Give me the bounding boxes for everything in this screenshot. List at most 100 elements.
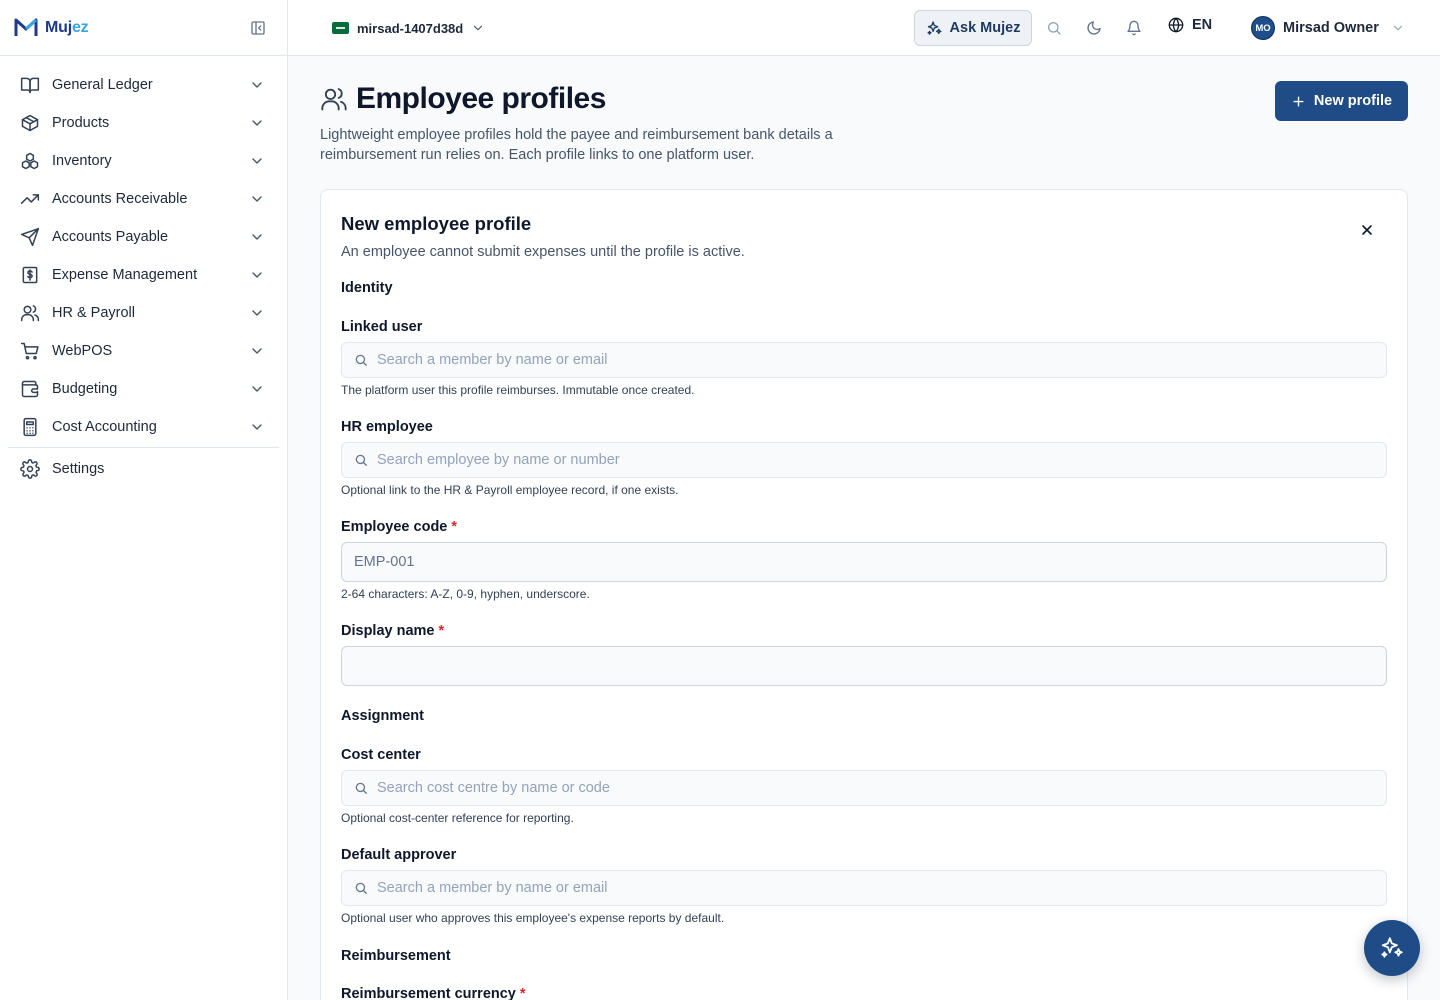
hr-employee-search[interactable] [341,442,1387,478]
linked-user-label: Linked user [341,319,423,335]
sidebar-item-accounts-payable[interactable]: Accounts Payable [0,218,287,256]
sidebar-nav: General Ledger Products Inventory Accoun… [0,56,287,488]
search-icon [355,354,367,366]
sidebar-item-label: Accounts Receivable [52,191,188,207]
required-mark: * [451,519,458,535]
gear-icon [20,459,40,479]
search-icon [355,882,367,894]
main-content: Employee profiles Lightweight employee p… [288,56,1440,1000]
sidebar-item-products[interactable]: Products [0,104,287,142]
search-icon [355,454,367,466]
sidebar-item-settings[interactable]: Settings [0,450,287,488]
cost-center-input[interactable] [377,780,1374,796]
sidebar-item-accounts-receivable[interactable]: Accounts Receivable [0,180,287,218]
linked-user-input[interactable] [377,352,1374,368]
close-icon [1362,225,1372,235]
plus-icon [1293,95,1304,107]
new-profile-button[interactable]: New profile [1275,81,1408,121]
ask-mujez-label: Ask Mujez [949,20,1021,36]
cost-center-search[interactable] [341,770,1387,806]
chevron-down-icon [252,196,262,202]
book-open-icon [20,77,40,94]
sidebar-item-label: Products [52,115,110,131]
required-mark: * [438,623,445,639]
sidebar-item-label: Inventory [52,153,112,169]
panel-left-collapse-icon [251,20,265,35]
chevron-down-icon [1393,25,1402,31]
user-menu[interactable]: MO Mirsad Owner [1251,16,1405,40]
new-profile-label: New profile [1313,93,1393,109]
linked-user-help: The platform user this profile reimburse… [341,383,695,397]
search-icon [355,782,367,794]
chevron-down-icon [252,120,262,126]
theme-toggle-button[interactable] [1084,18,1104,38]
new-employee-profile-form: New employee profile An employee cannot … [320,189,1408,1000]
sidebar-item-label: Budgeting [52,381,118,397]
sidebar-item-webpos[interactable]: WebPOS [0,332,287,370]
receipt-dollar-icon [22,266,38,284]
default-approver-label: Default approver [341,847,457,863]
top-bar: mirsad-1407d38d Ask Mujez EN MO Mirsad O… [288,0,1440,56]
hr-employee-help: Optional link to the HR & Payroll employ… [341,483,679,497]
user-name: Mirsad Owner [1283,20,1379,36]
language-switcher[interactable]: EN [1168,17,1212,33]
ask-mujez-button[interactable]: Ask Mujez [914,10,1032,46]
users-icon [321,88,347,111]
hr-employee-input[interactable] [377,452,1374,468]
sidebar-item-label: Accounts Payable [52,229,169,245]
employee-code-field[interactable] [341,542,1387,582]
notifications-button[interactable] [1124,18,1144,38]
sidebar-item-inventory[interactable]: Inventory [0,142,287,180]
bell-icon [1127,20,1141,36]
form-title: New employee profile [341,213,532,234]
section-assignment: Assignment [341,708,424,724]
sidebar-divider [8,447,279,448]
chevron-down-icon [252,348,262,354]
display-name-field[interactable] [341,646,1387,686]
section-identity: Identity [341,280,393,296]
chevron-down-icon [252,386,262,392]
sidebar-collapse-button[interactable] [243,13,273,43]
users-icon [20,305,40,322]
sparkles-icon [926,20,942,35]
wallet-icon [21,380,39,398]
brand-row: Mujez [0,0,287,56]
linked-user-search[interactable] [341,342,1387,378]
section-reimbursement: Reimbursement [341,948,451,964]
sparkles-icon [1381,937,1403,958]
shopping-cart-icon [20,342,39,360]
search-icon [1048,22,1061,35]
sidebar-item-general-ledger[interactable]: General Ledger [0,66,287,104]
cost-center-help: Optional cost-center reference for repor… [341,811,574,825]
chevron-down-icon [252,158,262,164]
close-form-button[interactable] [1357,220,1377,240]
employee-code-help: 2-64 characters: A-Z, 0-9, hyphen, under… [341,587,590,601]
sidebar-item-hr-payroll[interactable]: HR & Payroll [0,294,287,332]
form-subtitle: An employee cannot submit expenses until… [341,244,745,260]
organization-switcher[interactable]: mirsad-1407d38d [332,17,485,39]
brand-name[interactable]: Mujez [45,19,89,37]
chevron-down-icon [252,310,262,316]
sidebar-item-expense-management[interactable]: Expense Management [0,256,287,294]
mujez-logo-icon [14,18,38,36]
default-approver-help: Optional user who approves this employee… [341,911,725,925]
boxes-icon [21,152,39,170]
chevron-down-icon [474,25,483,31]
page-header: Employee profiles [320,82,606,116]
saudi-flag-icon [332,22,349,34]
sidebar-item-label: WebPOS [52,343,113,359]
sidebar-item-budgeting[interactable]: Budgeting [0,370,287,408]
assistant-fab-button[interactable] [1364,920,1420,976]
display-name-label: Display name * [341,623,445,639]
chevron-down-icon [252,272,262,278]
sidebar-item-cost-accounting[interactable]: Cost Accounting [0,408,287,446]
sidebar-item-label: HR & Payroll [52,305,135,321]
search-button[interactable] [1044,18,1064,38]
default-approver-search[interactable] [341,870,1387,906]
employee-code-label: Employee code * [341,519,458,535]
send-icon [20,227,40,247]
chevron-down-icon [252,82,262,88]
trending-up-icon [20,194,40,204]
sidebar-item-label: Settings [52,461,105,477]
default-approver-input[interactable] [377,880,1374,896]
